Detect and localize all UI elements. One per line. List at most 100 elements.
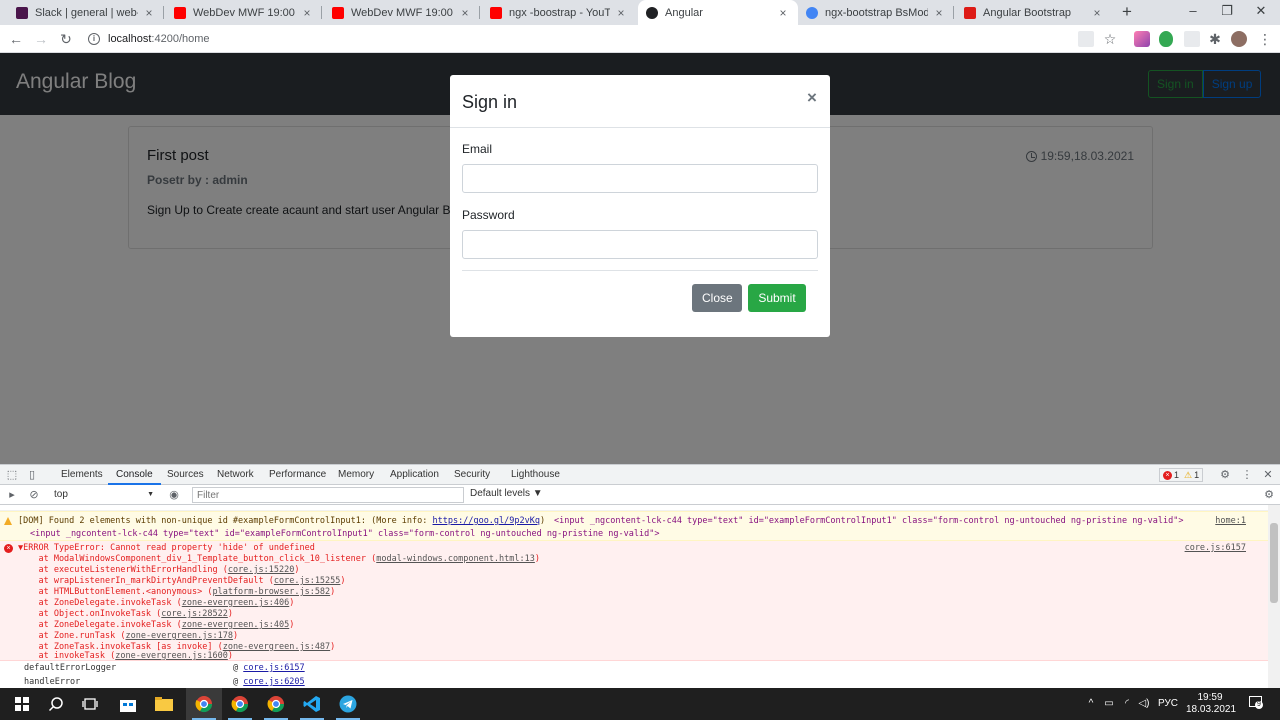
close-icon[interactable]: × bbox=[932, 6, 946, 20]
eye-icon[interactable]: ◉ bbox=[168, 489, 180, 501]
search-icon[interactable] bbox=[38, 688, 74, 720]
address-bar[interactable]: i localhost:4200/home bbox=[88, 28, 1068, 50]
puzzle-icon[interactable]: ✱ bbox=[1204, 28, 1226, 50]
wifi-icon[interactable]: ◜ bbox=[1120, 688, 1134, 720]
device-toolbar-icon[interactable]: ▯ bbox=[26, 469, 38, 481]
stack-link[interactable]: zone-evergreen.js:405 bbox=[182, 620, 289, 630]
stack-link[interactable]: modal-windows.component.html:13 bbox=[376, 554, 535, 564]
reload-icon[interactable]: ↻ bbox=[55, 28, 77, 50]
tab-security[interactable]: Security bbox=[454, 465, 490, 485]
menu-icon[interactable]: ⋮ bbox=[1254, 28, 1276, 50]
scrollbar-thumb[interactable] bbox=[1270, 523, 1278, 603]
chevron-up-icon[interactable]: ^ bbox=[1084, 688, 1098, 720]
browser-tab-slack[interactable]: Slack | general | web-dev_1 × bbox=[8, 0, 164, 25]
more-info-link[interactable]: https://goo.gl/9p2vKq bbox=[433, 516, 540, 526]
trace-link[interactable]: core.js:6205 bbox=[243, 677, 304, 687]
extension-icon[interactable] bbox=[1184, 31, 1200, 47]
browser-tab-webdev-2[interactable]: WebDev MWF 19:00 Advan × bbox=[324, 0, 480, 25]
stack-link[interactable]: core.js:28522 bbox=[161, 609, 228, 619]
element-ref-2[interactable]: <input _ngcontent-lck-c44 type="text" id… bbox=[30, 529, 659, 539]
chrome-icon[interactable] bbox=[258, 688, 294, 720]
close-icon[interactable]: × bbox=[142, 6, 156, 20]
console-settings-icon[interactable]: ⚙ bbox=[1263, 489, 1275, 501]
tab-performance[interactable]: Performance bbox=[269, 465, 326, 485]
inspect-icon[interactable]: ⬚ bbox=[6, 469, 18, 481]
stack-link[interactable]: core.js:15255 bbox=[274, 576, 341, 586]
windows-start-icon[interactable] bbox=[4, 688, 40, 720]
store-icon[interactable] bbox=[110, 688, 146, 720]
issue-counts[interactable]: × 1 ⚠ 1 bbox=[1159, 468, 1204, 482]
stack-link[interactable]: zone-evergreen.js:487 bbox=[223, 642, 330, 652]
tab-lighthouse[interactable]: Lighthouse bbox=[511, 465, 560, 485]
close-icon[interactable]: × bbox=[802, 88, 822, 108]
stack-link[interactable]: platform-browser.js:582 bbox=[212, 587, 330, 597]
maximize-icon[interactable]: ❐ bbox=[1208, 0, 1246, 25]
file-explorer-icon[interactable] bbox=[146, 688, 182, 720]
taskbar-clock[interactable]: 19:59 18.03.2021 bbox=[1186, 692, 1236, 716]
chrome-icon[interactable] bbox=[222, 688, 258, 720]
stack-link[interactable]: zone-evergreen.js:1600 bbox=[115, 651, 228, 661]
log-levels-dropdown[interactable]: Default levels ▼ bbox=[470, 488, 543, 499]
sidebar-toggle-icon[interactable]: ▸ bbox=[6, 489, 18, 501]
console-output[interactable]: [DOM] Found 2 elements with non-unique i… bbox=[0, 505, 1268, 689]
battery-icon[interactable]: ▭ bbox=[1102, 688, 1116, 720]
tab-console[interactable]: Console bbox=[108, 465, 161, 485]
devtools-tabs: ⬚ ▯ Elements Console Sources Network Per… bbox=[0, 465, 1280, 485]
notification-center-icon[interactable]: 9 bbox=[1246, 688, 1264, 720]
close-icon[interactable]: × bbox=[300, 6, 314, 20]
avatar[interactable] bbox=[1231, 31, 1247, 47]
gear-icon[interactable]: ⚙ bbox=[1219, 469, 1231, 481]
window-close-icon[interactable]: ✕ bbox=[1242, 0, 1280, 25]
browser-tab-webdev-1[interactable]: WebDev MWF 19:00 Advan × bbox=[166, 0, 322, 25]
console-filter-input[interactable] bbox=[192, 487, 464, 503]
clear-console-icon[interactable]: ⊘ bbox=[28, 489, 40, 501]
element-ref-1[interactable]: <input _ngcontent-lck-c44 type="text" id… bbox=[554, 516, 1183, 526]
tab-network[interactable]: Network bbox=[217, 465, 254, 485]
browser-tab-angular[interactable]: Angular × bbox=[638, 0, 798, 25]
tab-memory[interactable]: Memory bbox=[338, 465, 374, 485]
password-field[interactable] bbox=[462, 230, 818, 259]
tab-elements[interactable]: Elements bbox=[61, 465, 103, 485]
forward-icon[interactable]: → bbox=[30, 28, 52, 50]
bookmark-star-icon[interactable]: ☆ bbox=[1099, 28, 1121, 50]
kebab-icon[interactable]: ⋮ bbox=[1241, 469, 1253, 481]
telegram-icon[interactable] bbox=[330, 688, 366, 720]
input-language[interactable]: РУС bbox=[1156, 688, 1180, 720]
close-icon[interactable]: × bbox=[614, 6, 628, 20]
tab-sources[interactable]: Sources bbox=[167, 465, 204, 485]
translate-icon[interactable] bbox=[1078, 31, 1094, 47]
source-link[interactable]: core.js:6157 bbox=[1185, 543, 1246, 553]
stack-link[interactable]: core.js:15220 bbox=[228, 565, 295, 575]
stack-link[interactable]: zone-evergreen.js:406 bbox=[182, 598, 289, 608]
close-icon[interactable]: × bbox=[458, 6, 472, 20]
error-message[interactable]: ▼ERROR TypeError: Cannot read property '… bbox=[18, 543, 315, 553]
trace-link[interactable]: core.js:6157 bbox=[243, 663, 304, 673]
source-link[interactable]: home:1 bbox=[1215, 516, 1246, 526]
stack-link[interactable]: zone-evergreen.js:178 bbox=[125, 631, 232, 641]
volume-icon[interactable]: ◁) bbox=[1137, 688, 1151, 720]
submit-button[interactable]: Submit bbox=[748, 284, 806, 312]
browser-tab-ngx-bootstrap[interactable]: ngx-bootstrap BsModal ar × bbox=[798, 0, 954, 25]
context-select[interactable]: top ▼ bbox=[50, 488, 158, 502]
browser-tab-ngx-youtube[interactable]: ngx -boostrap - YouTube × bbox=[482, 0, 636, 25]
close-icon[interactable]: × bbox=[776, 6, 790, 20]
task-view-icon[interactable] bbox=[72, 688, 108, 720]
minimize-icon[interactable]: – bbox=[1174, 0, 1212, 25]
new-tab-button[interactable]: + bbox=[1117, 0, 1137, 25]
chrome-icon[interactable] bbox=[186, 688, 222, 720]
info-icon[interactable]: i bbox=[88, 33, 100, 45]
tab-application[interactable]: Application bbox=[390, 465, 439, 485]
browser-tab-angular-bootstrap[interactable]: Angular Bootstrap × bbox=[956, 0, 1112, 25]
notification-count: 9 bbox=[1255, 701, 1263, 709]
console-scrollbar[interactable] bbox=[1268, 505, 1280, 689]
close-icon[interactable]: ✕ bbox=[1262, 469, 1274, 481]
extension-icon[interactable] bbox=[1134, 31, 1150, 47]
browser-tab-strip: Slack | general | web-dev_1 × WebDev MWF… bbox=[0, 0, 1280, 25]
close-icon[interactable]: × bbox=[1090, 6, 1104, 20]
back-icon[interactable]: ← bbox=[5, 28, 27, 50]
vscode-icon[interactable] bbox=[294, 688, 330, 720]
close-button[interactable]: Close bbox=[692, 284, 742, 312]
browser-toolbar: ← → ↻ i localhost:4200/home ☆ ✱ ⋮ bbox=[0, 25, 1280, 53]
shield-icon[interactable] bbox=[1159, 31, 1173, 47]
email-field[interactable] bbox=[462, 164, 818, 193]
